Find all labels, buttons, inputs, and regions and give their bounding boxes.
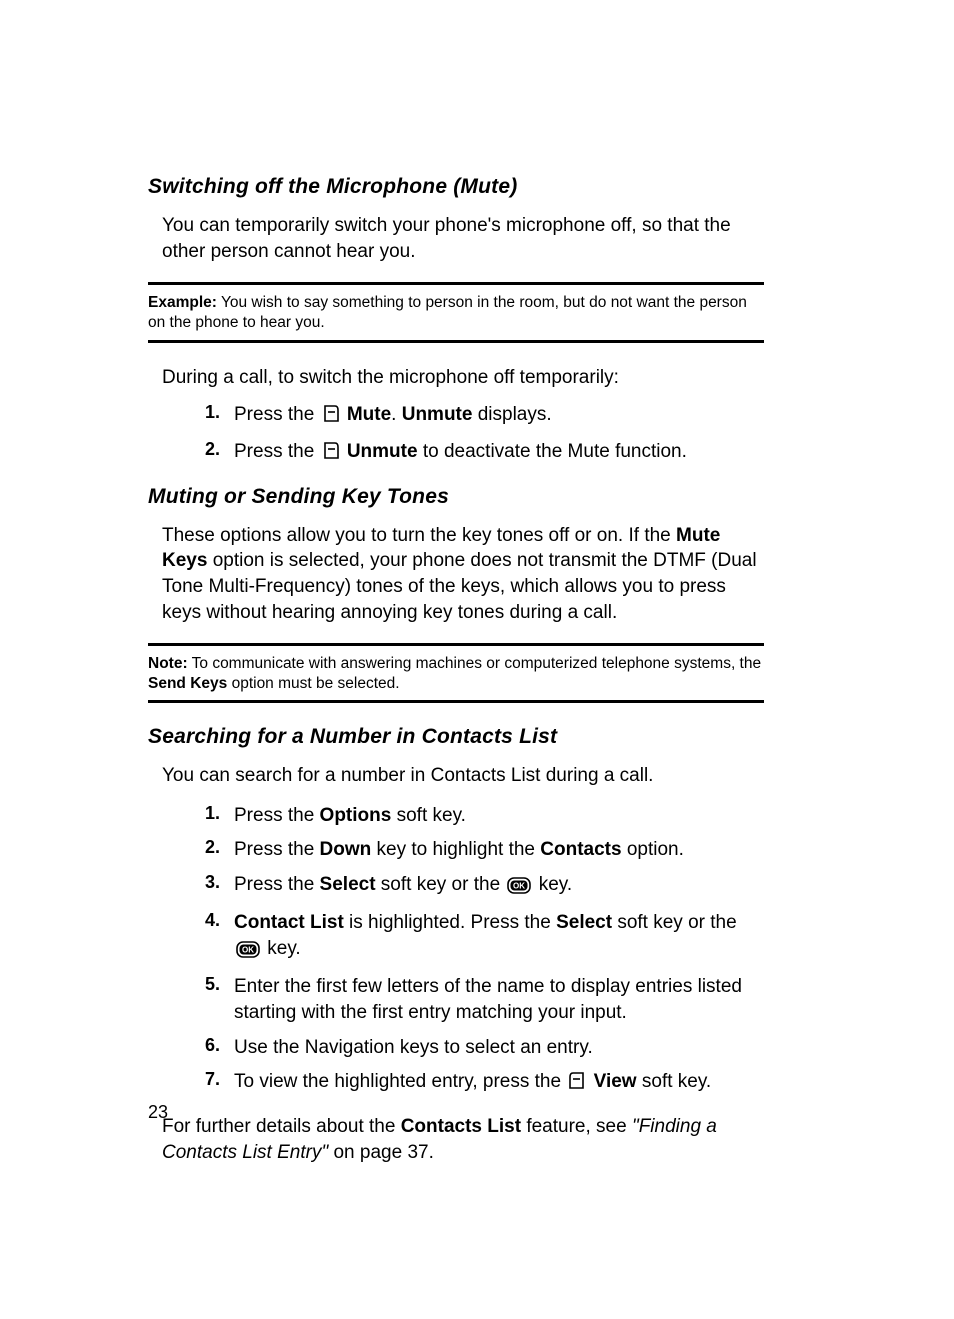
list-item: 7. To view the highlighted entry, press … <box>148 1069 764 1098</box>
ok-key-icon: OK <box>507 876 531 902</box>
text-bold: Mute <box>347 404 391 425</box>
note-label: Note: <box>148 655 188 672</box>
text-bold: Contact List <box>234 912 344 933</box>
list-item: 2. Press the Unmute to deactivate the Mu… <box>148 439 764 468</box>
step-text: Press the Unmute to deactivate the Mute … <box>234 439 764 468</box>
text-fragment: To communicate with answering machines o… <box>188 655 762 672</box>
search-steps-list: 1. Press the Options soft key. 2. Press … <box>148 803 764 1098</box>
step-number: 4. <box>148 910 234 931</box>
text-fragment: on page 37. <box>328 1142 434 1163</box>
left-softkey-icon <box>322 441 340 468</box>
text-bold: Contacts List <box>401 1116 521 1137</box>
step-number: 6. <box>148 1035 234 1056</box>
text-bold: Options <box>320 805 392 826</box>
text-fragment: key to highlight the <box>371 839 540 860</box>
page-number: 23 <box>148 1102 168 1123</box>
text-fragment: To view the highlighted entry, press the <box>234 1071 566 1092</box>
text-fragment: key. <box>262 938 301 959</box>
step-text: Press the Options soft key. <box>234 803 764 829</box>
example-box: Example: You wish to say something to pe… <box>148 282 764 342</box>
text-fragment: option must be selected. <box>227 675 399 692</box>
text-bold: Down <box>320 839 372 860</box>
text-fragment: soft key. <box>391 805 466 826</box>
right-softkey-icon <box>568 1071 586 1098</box>
text-fragment: Press the <box>234 839 320 860</box>
note-box: Note: To communicate with answering mach… <box>148 643 764 703</box>
svg-text:OK: OK <box>242 946 254 955</box>
text-fragment: Press the <box>234 874 320 895</box>
step-number: 2. <box>148 837 234 858</box>
para-search-intro: You can search for a number in Contacts … <box>162 763 764 789</box>
step-text: Contact List is highlighted. Press the S… <box>234 910 764 966</box>
step-text: Press the Mute. Unmute displays. <box>234 402 764 431</box>
list-item: 1. Press the Mute. Unmute displays. <box>148 402 764 431</box>
text-bold: Unmute <box>347 441 418 462</box>
para-keytones: These options allow you to turn the key … <box>162 523 764 626</box>
step-number: 2. <box>148 439 234 460</box>
step-number: 3. <box>148 872 234 893</box>
text-fragment: to deactivate the Mute function. <box>418 441 687 462</box>
text-fragment: For further details about the <box>162 1116 401 1137</box>
mute-steps-list: 1. Press the Mute. Unmute displays. 2. P… <box>148 402 764 468</box>
text-fragment: Press the <box>234 404 320 425</box>
list-item: 6. Use the Navigation keys to select an … <box>148 1035 764 1061</box>
svg-text:OK: OK <box>513 881 525 890</box>
para-during-call: During a call, to switch the microphone … <box>162 365 764 391</box>
list-item: 5. Enter the first few letters of the na… <box>148 974 764 1026</box>
list-item: 3. Press the Select soft key or the OK k… <box>148 872 764 902</box>
text-bold: Select <box>556 912 612 933</box>
step-text: Press the Down key to highlight the Cont… <box>234 837 764 863</box>
step-text: Enter the first few letters of the name … <box>234 974 764 1026</box>
text-bold: Unmute <box>402 404 473 425</box>
text-fragment: soft key or the <box>376 874 506 895</box>
ok-key-icon: OK <box>236 940 260 966</box>
text-fragment: soft key or the <box>612 912 737 933</box>
text-fragment: option. <box>622 839 684 860</box>
left-softkey-icon <box>322 404 340 431</box>
text-fragment: key. <box>533 874 572 895</box>
text-fragment: Press the <box>234 805 320 826</box>
text-bold: Send Keys <box>148 675 227 692</box>
list-item: 2. Press the Down key to highlight the C… <box>148 837 764 863</box>
text-fragment: . <box>391 404 402 425</box>
para-mute-intro: You can temporarily switch your phone's … <box>162 213 764 264</box>
step-number: 1. <box>148 402 234 423</box>
step-number: 7. <box>148 1069 234 1090</box>
text-fragment: soft key. <box>637 1071 712 1092</box>
step-text: Press the Select soft key or the OK key. <box>234 872 764 902</box>
step-number: 5. <box>148 974 234 995</box>
heading-search-contacts: Searching for a Number in Contacts List <box>148 725 764 749</box>
document-page: Switching off the Microphone (Mute) You … <box>0 0 954 1319</box>
example-text: You wish to say something to person in t… <box>148 294 747 331</box>
list-item: 4. Contact List is highlighted. Press th… <box>148 910 764 966</box>
step-number: 1. <box>148 803 234 824</box>
example-label: Example: <box>148 294 217 311</box>
text-fragment: Press the <box>234 441 320 462</box>
para-closing: For further details about the Contacts L… <box>162 1114 764 1165</box>
step-text: Use the Navigation keys to select an ent… <box>234 1035 764 1061</box>
text-fragment: option is selected, your phone does not … <box>162 550 757 622</box>
text-bold: View <box>594 1071 637 1092</box>
heading-keytones: Muting or Sending Key Tones <box>148 485 764 509</box>
text-bold: Select <box>320 874 376 895</box>
text-bold: Contacts <box>540 839 621 860</box>
list-item: 1. Press the Options soft key. <box>148 803 764 829</box>
heading-mute: Switching off the Microphone (Mute) <box>148 175 764 199</box>
text-fragment: feature, see <box>521 1116 632 1137</box>
text-fragment: displays. <box>472 404 551 425</box>
step-text: To view the highlighted entry, press the… <box>234 1069 764 1098</box>
text-fragment: is highlighted. Press the <box>344 912 556 933</box>
text-fragment: These options allow you to turn the key … <box>162 525 676 546</box>
